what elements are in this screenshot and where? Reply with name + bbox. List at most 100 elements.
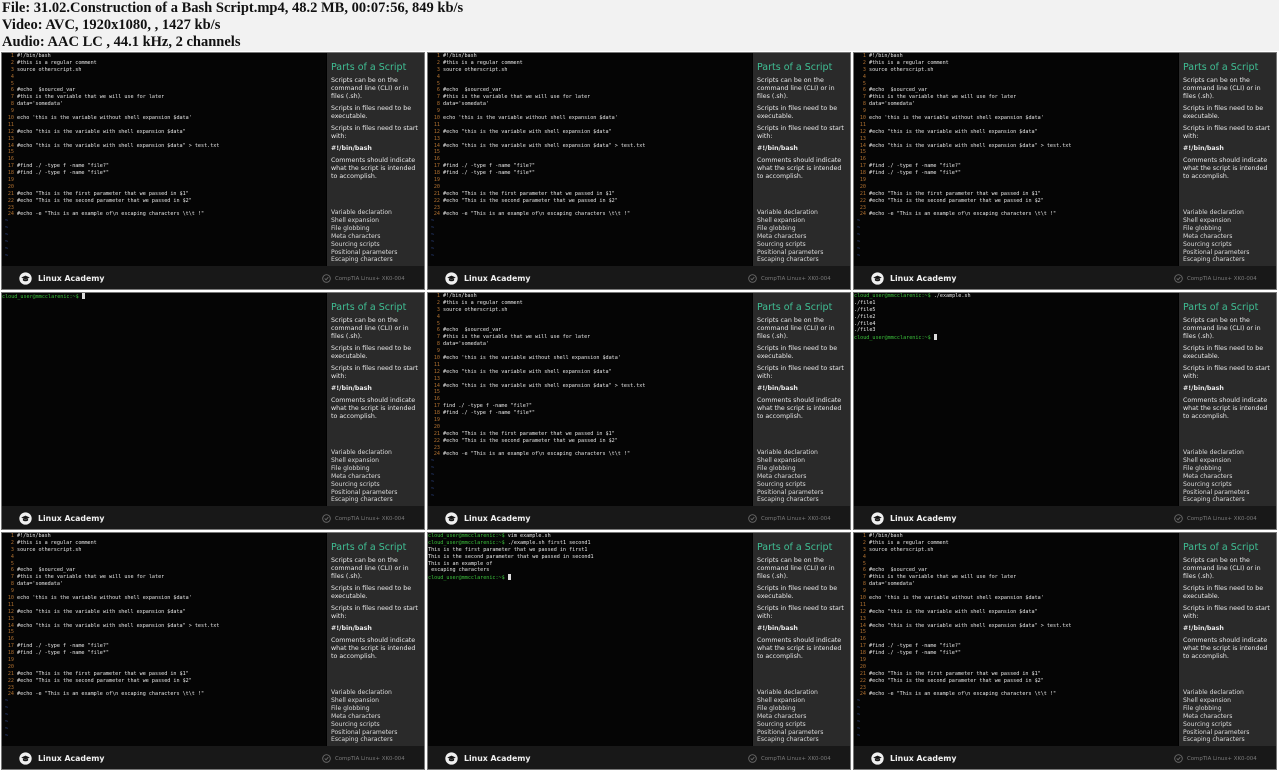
- code-line: 2 #this is a regular comment: [854, 60, 1178, 67]
- code-line: 7 #this is the variable that we will use …: [2, 574, 326, 581]
- line-number: 9: [10, 108, 14, 115]
- line-number: 22: [433, 437, 440, 444]
- slide-title: Parts of a Script: [1183, 302, 1259, 313]
- empty-buffer-line: ~: [431, 218, 435, 225]
- shell-line: ./file4: [854, 321, 1178, 328]
- line-number: 4: [10, 553, 14, 560]
- topic-item: Positional parameters: [757, 728, 824, 736]
- slide-paragraph: Comments should indicate what the script…: [331, 157, 416, 180]
- video-thumbnail[interactable]: 1 #!/bin/bash 2 #this is a regular comment 3…: [427, 292, 851, 530]
- topic-item: Meta characters: [757, 712, 807, 720]
- brand: Linux Academy: [871, 512, 956, 525]
- video-footer: Linux Academy CompTIA Linux+ XK0-004: [854, 266, 1276, 289]
- slide-title: Parts of a Script: [757, 542, 833, 553]
- line-number: 7: [862, 574, 866, 581]
- slide-paragraph: Comments should indicate what the script…: [757, 157, 842, 180]
- shell-text: ./file5: [854, 306, 876, 313]
- code-line: 21 #echo "This is the first parameter tha…: [428, 191, 752, 198]
- course-name: CompTIA Linux+ XK0-004: [761, 755, 831, 762]
- video-thumbnail[interactable]: 1 #!/bin/bash 2 #this is a regular comment 3…: [853, 532, 1277, 770]
- code-line: 14 #echo "this is the variable with shell…: [854, 623, 1178, 630]
- terminal-pane: 1 #!/bin/bash 2 #this is a regular comment 3…: [854, 53, 1178, 266]
- code-line: 22 #echo "This is the second parameter th…: [2, 678, 326, 685]
- code-text: #find ./ -type f -name "file?": [17, 643, 110, 650]
- code-line: 3 source otherscript.sh: [428, 67, 752, 74]
- code-line: 23: [428, 205, 752, 212]
- slide-shebang: #!/bin/bash: [331, 385, 372, 392]
- course-label: CompTIA Linux+ XK0-004: [748, 274, 831, 283]
- code-text: data='somedata': [443, 341, 490, 348]
- video-thumbnail[interactable]: cloud_user@mmcclarenic:~$ ./example.sh ./…: [853, 292, 1277, 530]
- brand-name: Linux Academy: [464, 274, 531, 283]
- code-text: #!/bin/bash: [17, 53, 51, 59]
- graduation-cap-icon: [19, 272, 32, 285]
- empty-buffer-line: ~: [5, 218, 9, 225]
- empty-buffer-line: ~: [431, 485, 435, 492]
- code-line: 2 #this is a regular comment: [854, 540, 1178, 547]
- code-line: 7 #this is the variable that we will use …: [428, 94, 752, 101]
- code-line: 15: [854, 629, 1178, 636]
- code-line: 4: [854, 554, 1178, 561]
- code-line: 12 #echo "this is the variable with shell…: [2, 129, 326, 136]
- code-text: find ./ -type f -name "file?": [443, 403, 532, 410]
- terminal-pane: 1 #!/bin/bash 2 #this is a regular comment 3…: [428, 293, 752, 506]
- code-line: 18 #find ./ -type f -name "file*": [428, 410, 752, 417]
- line-number: 14: [859, 142, 866, 149]
- topic-item: Variable declaration: [331, 209, 392, 216]
- code-line: 11: [428, 362, 752, 369]
- line-number: 16: [859, 636, 866, 643]
- brand: Linux Academy: [871, 752, 956, 765]
- line-number: 3: [436, 66, 440, 73]
- shell-line: escaping characters: [428, 567, 752, 574]
- slide-paragraph: Scripts in files need to be executable.: [757, 585, 838, 600]
- line-number: 18: [433, 410, 440, 417]
- shell-text: ./file3: [854, 327, 876, 334]
- code-line: 6 #echo $sourced_var: [2, 87, 326, 94]
- brand: Linux Academy: [445, 272, 530, 285]
- video-thumbnail[interactable]: 1 #!/bin/bash 2 #this is a regular comment 3…: [1, 52, 425, 290]
- graduation-cap-icon: [871, 272, 884, 285]
- code-text: #echo -e "This is an example of\n escapi…: [17, 211, 205, 218]
- video-thumbnail[interactable]: cloud_user@mmcclarenic:~$ vim example.sh…: [427, 532, 851, 770]
- code-text: echo 'this is the variable without shell…: [17, 595, 192, 602]
- code-line: 11: [854, 122, 1178, 129]
- topic-item: File globbing: [757, 464, 796, 472]
- code-text: #this is a regular comment: [17, 59, 97, 66]
- video-thumbnail[interactable]: 1 #!/bin/bash 2 #this is a regular comment 3…: [427, 52, 851, 290]
- code-text: source otherscript.sh: [869, 66, 934, 73]
- line-number: 23: [433, 204, 440, 211]
- topic-item: Meta characters: [331, 232, 381, 240]
- code-line: 1 #!/bin/bash: [428, 293, 752, 300]
- slide-title: Parts of a Script: [331, 62, 407, 73]
- line-number: 12: [859, 128, 866, 135]
- code-line: 19: [2, 657, 326, 664]
- topic-item: Shell expansion: [757, 696, 805, 704]
- code-text: #echo "this is the variable with shell e…: [869, 142, 1072, 149]
- line-number: 22: [7, 677, 14, 684]
- line-number: 16: [433, 396, 440, 403]
- line-number: 8: [862, 101, 866, 108]
- slide-title: Parts of a Script: [757, 62, 833, 73]
- code-text: #find ./ -type f -name "file*": [869, 170, 962, 177]
- line-number: 21: [433, 190, 440, 197]
- topic-item: Variable declaration: [757, 449, 818, 456]
- empty-buffer-line: ~: [431, 232, 435, 239]
- brand: Linux Academy: [871, 272, 956, 285]
- slide-paragraph: Scripts in files need to be executable.: [1183, 345, 1264, 360]
- video-thumbnail[interactable]: cloud_user@mmcclarenic:~$ Parts of a Scr…: [1, 292, 425, 530]
- slide-paragraph: Scripts can be on the command line (CLI)…: [757, 557, 835, 580]
- code-line: 19: [854, 177, 1178, 184]
- code-text: #this is a regular comment: [869, 539, 949, 546]
- terminal-pane: 1 #!/bin/bash 2 #this is a regular comment 3…: [854, 533, 1178, 746]
- slide-shebang: #!/bin/bash: [331, 145, 372, 152]
- video-thumbnail[interactable]: 1 #!/bin/bash 2 #this is a regular comment 3…: [1, 532, 425, 770]
- line-number: 1: [436, 293, 440, 299]
- brand: Linux Academy: [19, 752, 104, 765]
- video-thumbnail[interactable]: 1 #!/bin/bash 2 #this is a regular comment 3…: [853, 52, 1277, 290]
- code-line: 21 #echo "This is the first parameter tha…: [854, 191, 1178, 198]
- slide-shebang: #!/bin/bash: [757, 625, 798, 632]
- code-line: 17 #find ./ -type f -name "file?": [2, 163, 326, 170]
- line-number: 10: [7, 115, 14, 122]
- code-text: #echo "This is the first parameter that …: [443, 190, 615, 197]
- code-text: #echo $sourced_var: [443, 87, 502, 94]
